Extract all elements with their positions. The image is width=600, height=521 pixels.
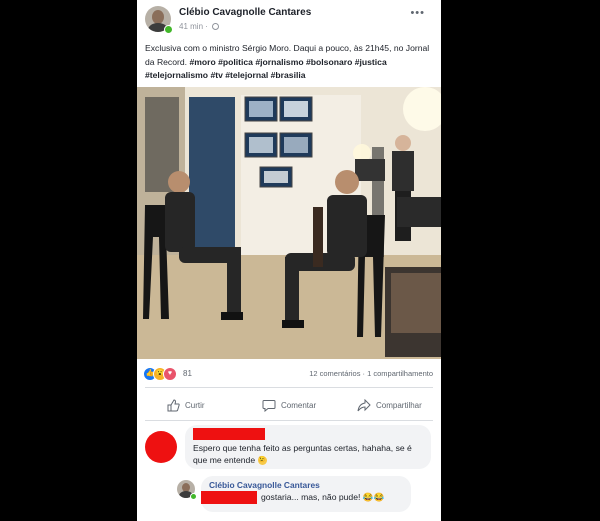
share-label: Compartilhar [376,401,422,410]
author-name[interactable]: Clébio Cavagnolle Cantares [179,7,311,18]
laughing-emoji-icon: 😂😂 [362,492,385,502]
globe-icon[interactable] [212,23,220,31]
online-status-icon [190,493,197,500]
wink-emoji-icon: 😉 [257,456,267,466]
reply-author-name[interactable]: Clébio Cavagnolle Cantares [209,480,320,490]
like-button[interactable]: Curtir [167,395,205,417]
hashtag-link[interactable]: #telejornalismo [145,70,208,80]
post-timestamp[interactable]: 41 min [179,22,203,31]
hashtag-link[interactable]: #justica [355,57,387,67]
like-label: Curtir [185,401,205,410]
redacted-commenter-name [193,428,265,440]
comment-text: Espero que tenha feito as perguntas cert… [193,442,427,466]
post-header: Clébio Cavagnolle Cantares 41 min · ••• [145,5,435,35]
divider [145,387,433,388]
divider [145,420,433,421]
reply-bubble: Clébio Cavagnolle Cantares gostaria... m… [201,476,411,512]
redacted-mention [201,491,257,504]
hashtag-link[interactable]: #telejornal [225,70,268,80]
thumbs-up-icon [167,399,180,412]
redacted-avatar[interactable] [145,431,177,463]
comment-label: Comentar [281,401,317,410]
facebook-post-card: Clébio Cavagnolle Cantares 41 min · ••• … [137,0,441,521]
meta-separator: · [205,22,208,31]
hashtag-link[interactable]: #jornalismo [255,57,303,67]
reply-item: Clébio Cavagnolle Cantares gostaria... m… [173,476,441,516]
post-actions-bar: Curtir Comentar Compartilhar [137,395,441,417]
comment-bubble: Espero que tenha feito as perguntas cert… [185,425,431,469]
avatar-face [152,10,164,24]
hashtag-link[interactable]: #bolsonaro [306,57,352,67]
share-button[interactable]: Compartilhar [357,395,422,417]
comment-item: Espero que tenha feito as perguntas cert… [145,425,441,475]
post-text: Exclusiva com o ministro Sérgio Moro. Da… [145,42,437,83]
more-options-icon[interactable]: ••• [410,7,425,19]
post-meta: 41 min · [179,22,220,31]
love-reaction-icon: ♥ [163,367,177,381]
engagement-stats[interactable]: 12 comentários · 1 compartilhamento [309,369,433,378]
interview-photo-illustration [137,87,441,359]
hashtag-link[interactable]: #brasilia [271,70,306,80]
post-photo[interactable] [137,87,441,359]
comment-button[interactable]: Comentar [262,395,316,417]
reaction-count[interactable]: 81 [183,369,192,378]
hashtag-link[interactable]: #tv [210,70,222,80]
comment-icon [262,400,276,413]
reply-body: gostaria... mas, não pude! [261,492,361,502]
comment-body: Espero que tenha feito as perguntas cert… [193,443,412,465]
hashtag-link[interactable]: #moro [189,57,215,67]
hashtag-link[interactable]: #politica [218,57,253,67]
reply-text: gostaria... mas, não pude! 😂😂 [261,492,384,503]
share-icon [357,399,371,412]
online-status-icon [164,25,173,34]
